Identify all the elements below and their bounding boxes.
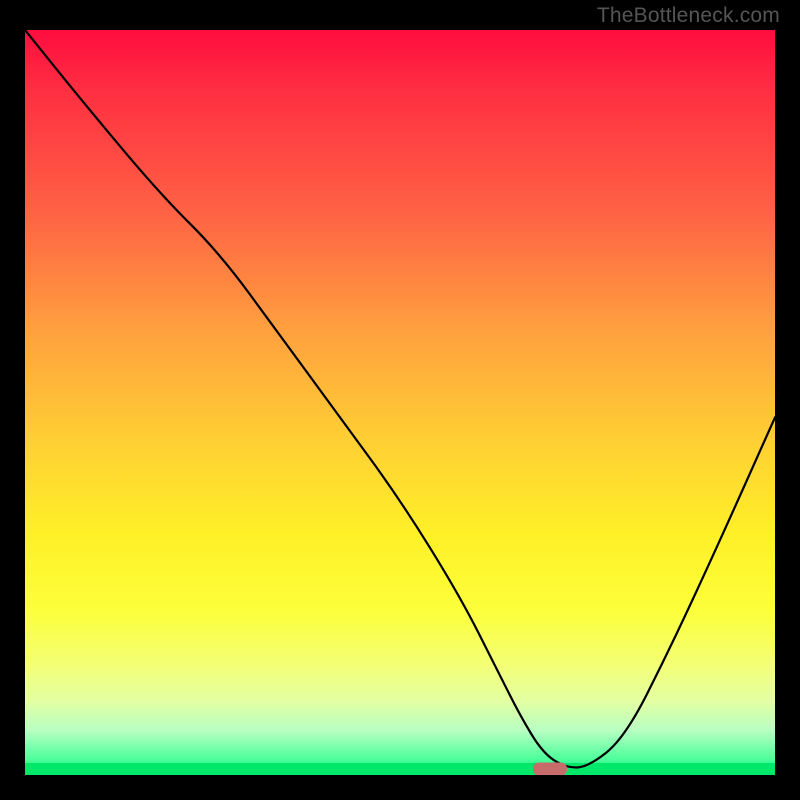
- chart-frame: TheBottleneck.com: [0, 0, 800, 800]
- optimal-marker: [533, 763, 567, 776]
- chart-overlay: [25, 30, 775, 775]
- plot-area: [25, 30, 775, 775]
- bottleneck-curve: [25, 30, 775, 768]
- watermark-text: TheBottleneck.com: [597, 4, 780, 28]
